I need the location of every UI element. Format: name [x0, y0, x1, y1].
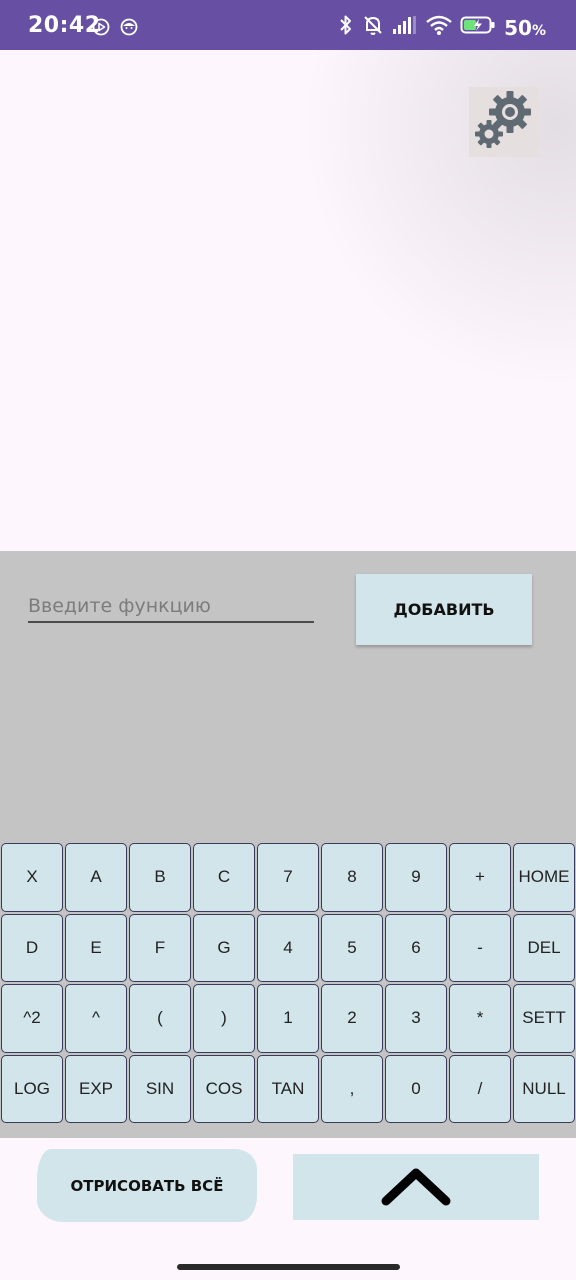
- key-button[interactable]: HOME: [513, 843, 575, 912]
- mute-icon: [362, 14, 384, 41]
- collapse-up-button[interactable]: [293, 1154, 539, 1220]
- key-button[interactable]: ): [193, 984, 255, 1053]
- key-button[interactable]: 5: [321, 913, 383, 982]
- bluetooth-icon: [338, 14, 354, 41]
- key-button[interactable]: A: [65, 843, 127, 912]
- wifi-icon: [426, 15, 452, 40]
- draw-all-button[interactable]: ОТРИСОВАТЬ ВСЁ: [37, 1149, 257, 1222]
- bottom-bar: ОТРИСОВАТЬ ВСЁ: [0, 1138, 576, 1280]
- status-bar: 20:42 50%: [0, 0, 576, 50]
- gesture-nav-handle[interactable]: [177, 1264, 400, 1270]
- chevron-up-icon: [380, 1165, 452, 1210]
- key-button[interactable]: -: [449, 913, 511, 982]
- signal-icon: [392, 15, 418, 40]
- key-button[interactable]: DEL: [513, 913, 575, 982]
- play-store-icon: [92, 18, 110, 41]
- battery-level: 50%: [504, 16, 546, 40]
- gears-icon: [472, 88, 536, 157]
- key-button[interactable]: 9: [385, 843, 447, 912]
- key-button[interactable]: /: [449, 1054, 511, 1123]
- key-button[interactable]: ^: [65, 984, 127, 1053]
- key-button[interactable]: EXP: [65, 1054, 127, 1123]
- key-button[interactable]: 2: [321, 984, 383, 1053]
- settings-button[interactable]: [469, 87, 539, 157]
- function-input[interactable]: [28, 591, 314, 623]
- key-button[interactable]: D: [1, 913, 63, 982]
- key-button[interactable]: ,: [321, 1054, 383, 1123]
- key-button[interactable]: 1: [257, 984, 319, 1053]
- key-button[interactable]: E: [65, 913, 127, 982]
- battery-unit: %: [531, 22, 546, 39]
- key-button[interactable]: 0: [385, 1054, 447, 1123]
- key-button[interactable]: 8: [321, 843, 383, 912]
- graph-canvas[interactable]: [0, 50, 576, 551]
- key-button[interactable]: (: [129, 984, 191, 1053]
- key-button[interactable]: +: [449, 843, 511, 912]
- key-button[interactable]: G: [193, 913, 255, 982]
- battery-charging-icon: [460, 15, 496, 40]
- add-button[interactable]: ДОБАВИТЬ: [356, 574, 532, 645]
- key-button[interactable]: 4: [257, 913, 319, 982]
- key-button[interactable]: X: [1, 843, 63, 912]
- key-button[interactable]: *: [449, 984, 511, 1053]
- key-button[interactable]: F: [129, 913, 191, 982]
- notification-icons: [92, 18, 138, 41]
- key-button[interactable]: 7: [257, 843, 319, 912]
- key-button[interactable]: ^2: [1, 984, 63, 1053]
- key-button[interactable]: NULL: [513, 1054, 575, 1123]
- battery-percent: 50: [504, 15, 532, 40]
- key-button[interactable]: LOG: [1, 1054, 63, 1123]
- key-button[interactable]: 3: [385, 984, 447, 1053]
- key-button[interactable]: B: [129, 843, 191, 912]
- function-input-panel: ДОБАВИТЬ: [0, 551, 576, 841]
- status-time: 20:42: [28, 13, 101, 38]
- key-button[interactable]: SETT: [513, 984, 575, 1053]
- calculator-keyboard: X A B C 7 8 9 + HOME D E F G 4 5 6- DEL ^2 ^() 1 2 3 * SETT LOG E…: [0, 841, 576, 1138]
- key-button[interactable]: COS: [193, 1054, 255, 1123]
- key-button[interactable]: 6: [385, 913, 447, 982]
- key-button[interactable]: C: [193, 843, 255, 912]
- system-icons: 50%: [338, 14, 546, 41]
- key-button[interactable]: TAN: [257, 1054, 319, 1123]
- key-button[interactable]: SIN: [129, 1054, 191, 1123]
- face-icon: [120, 18, 138, 41]
